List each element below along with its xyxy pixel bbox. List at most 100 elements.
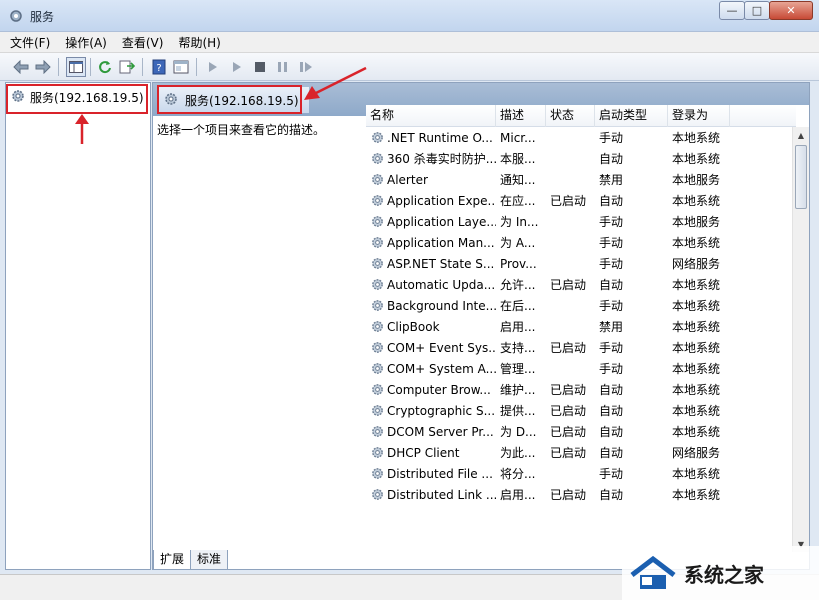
house-logo-icon xyxy=(630,555,676,589)
service-status-cell: 已启动 xyxy=(550,404,587,418)
service-name-cell: ASP.NET State S... xyxy=(366,256,496,271)
service-log-on-as-cell: 本地系统 xyxy=(672,425,721,439)
table-row[interactable]: .NET Runtime O... Micr... 手动 本地系统 xyxy=(366,127,796,148)
service-log-on-as-cell: 网络服务 xyxy=(672,446,721,460)
service-description-cell: Prov... xyxy=(500,256,537,271)
close-button[interactable]: ✕ xyxy=(769,1,813,20)
service-name-text: Application Expe... xyxy=(387,193,496,208)
service-name-cell: Computer Brow... xyxy=(366,382,496,397)
column-log-on-as[interactable]: 登录为 xyxy=(668,105,730,127)
maximize-button[interactable]: □ xyxy=(744,1,770,20)
service-startup-type-cell: 手动 xyxy=(599,341,624,355)
menu-file[interactable]: 文件(F) xyxy=(10,34,50,51)
service-status-cell: 已启动 xyxy=(550,341,587,355)
table-row[interactable]: Distributed Link ... 启用... 已启动 自动 本地系统 xyxy=(366,484,796,505)
stop-service-icon[interactable] xyxy=(251,58,269,76)
scroll-up-arrow-icon[interactable]: ▲ xyxy=(793,127,809,143)
pause-service-icon[interactable] xyxy=(274,58,292,76)
toolbar-separator xyxy=(142,58,143,76)
service-startup-type-cell: 手动 xyxy=(599,236,624,250)
menu-view[interactable]: 查看(V) xyxy=(122,34,164,51)
table-row[interactable]: Application Expe... 在应... 已启动 自动 本地系统 xyxy=(366,190,796,211)
column-status[interactable]: 状态 xyxy=(546,105,595,127)
service-gear-icon xyxy=(370,319,385,334)
service-name-cell: COM+ Event Sys... xyxy=(366,340,496,355)
service-name-cell: Distributed File ... xyxy=(366,466,496,481)
service-status-cell: 已启动 xyxy=(550,383,587,397)
service-description-cell: 管理... xyxy=(500,362,536,376)
table-row[interactable]: Application Man... 为 A... 手动 本地系统 xyxy=(366,232,796,253)
refresh-icon[interactable] xyxy=(96,58,114,76)
table-row[interactable]: DCOM Server Pr... 为 D... 已启动 自动 本地系统 xyxy=(366,421,796,442)
table-row[interactable]: DHCP Client 为此... 已启动 自动 网络服务 xyxy=(366,442,796,463)
service-startup-type-cell: 手动 xyxy=(599,131,624,145)
service-description-cell: 维护... xyxy=(500,383,536,397)
service-name-text: 360 杀毒实时防护... xyxy=(387,152,496,166)
service-description-cell: 在应... xyxy=(500,194,536,208)
service-description-cell: 提供... xyxy=(500,404,536,418)
service-log-on-as-cell: 本地系统 xyxy=(672,488,721,502)
table-row[interactable]: ASP.NET State S... Prov... 手动 网络服务 xyxy=(366,253,796,274)
service-name-text: Application Laye... xyxy=(387,214,496,229)
forward-arrow-icon[interactable] xyxy=(34,58,52,76)
show-hide-console-tree-icon[interactable] xyxy=(66,57,86,77)
back-arrow-icon[interactable] xyxy=(12,58,30,76)
minimize-button[interactable]: — xyxy=(719,1,745,20)
watermark-text: 系统之家 xyxy=(684,562,764,587)
service-name-cell: Cryptographic S... xyxy=(366,403,496,418)
service-name-text: Alerter xyxy=(387,172,428,187)
help-icon[interactable]: ? xyxy=(150,58,168,76)
watermark-logo: 系统之家 xyxy=(622,546,819,600)
table-row[interactable]: Cryptographic S... 提供... 已启动 自动 本地系统 xyxy=(366,400,796,421)
service-gear-icon xyxy=(370,235,385,250)
services-gear-icon xyxy=(8,8,24,24)
table-row[interactable]: Background Inte... 在后... 手动 本地系统 xyxy=(366,295,796,316)
service-name-cell: Application Laye... xyxy=(366,214,496,229)
service-log-on-as-cell: 本地系统 xyxy=(672,467,721,481)
service-startup-type-cell: 自动 xyxy=(599,404,624,418)
service-log-on-as-cell: 本地系统 xyxy=(672,320,721,334)
service-log-on-as-cell: 本地系统 xyxy=(672,194,721,208)
service-name-text: Background Inte... xyxy=(387,298,496,313)
service-gear-icon xyxy=(370,214,385,229)
table-row[interactable]: Automatic Upda... 允许... 已启动 自动 本地系统 xyxy=(366,274,796,295)
export-list-icon[interactable] xyxy=(118,58,136,76)
menu-help[interactable]: 帮助(H) xyxy=(178,34,220,51)
service-gear-icon xyxy=(370,256,385,271)
vertical-scrollbar[interactable]: ▲ ▼ xyxy=(792,127,809,552)
column-description[interactable]: 描述 xyxy=(496,105,546,127)
service-name-text: DCOM Server Pr... xyxy=(387,424,494,439)
service-name-text: COM+ System A... xyxy=(387,361,496,376)
menu-action[interactable]: 操作(A) xyxy=(65,34,107,51)
service-status-cell: 已启动 xyxy=(550,488,587,502)
description-hint: 选择一个项目来查看它的描述。 xyxy=(157,123,326,137)
service-gear-icon xyxy=(370,466,385,481)
service-log-on-as-cell: 本地服务 xyxy=(672,215,721,229)
service-name-cell: ClipBook xyxy=(366,319,496,334)
service-name-cell: Automatic Upda... xyxy=(366,277,496,292)
service-gear-icon xyxy=(370,130,385,145)
service-name-text: COM+ Event Sys... xyxy=(387,340,496,355)
service-gear-icon xyxy=(370,487,385,502)
service-gear-icon xyxy=(370,298,385,313)
start-service-icon[interactable] xyxy=(204,58,222,76)
toolbar-separator xyxy=(58,58,59,76)
table-row[interactable]: COM+ Event Sys... 支持... 已启动 手动 本地系统 xyxy=(366,337,796,358)
table-row[interactable]: ClipBook 启用... 禁用 本地系统 xyxy=(366,316,796,337)
scroll-thumb[interactable] xyxy=(795,145,807,209)
table-row[interactable]: Distributed File ... 将分... 手动 本地系统 xyxy=(366,463,796,484)
service-status-cell: 已启动 xyxy=(550,278,587,292)
tab-standard[interactable]: 标准 xyxy=(190,550,229,570)
table-row[interactable]: Application Laye... 为 In... 手动 本地服务 xyxy=(366,211,796,232)
table-row[interactable]: 360 杀毒实时防护... 本服... 自动 本地系统 xyxy=(366,148,796,169)
table-row[interactable]: Computer Brow... 维护... 已启动 自动 本地系统 xyxy=(366,379,796,400)
column-name[interactable]: 名称 xyxy=(366,105,496,127)
properties-icon[interactable] xyxy=(172,58,190,76)
column-startup-type[interactable]: 启动类型 xyxy=(595,105,668,127)
table-row[interactable]: Alerter 通知... 禁用 本地服务 xyxy=(366,169,796,190)
toolbar-separator xyxy=(90,58,91,76)
table-row[interactable]: COM+ System A... 管理... 手动 本地系统 xyxy=(366,358,796,379)
tab-extended[interactable]: 扩展 xyxy=(153,550,192,570)
service-name-cell: COM+ System A... xyxy=(366,361,496,376)
start-service-icon[interactable] xyxy=(228,58,246,76)
